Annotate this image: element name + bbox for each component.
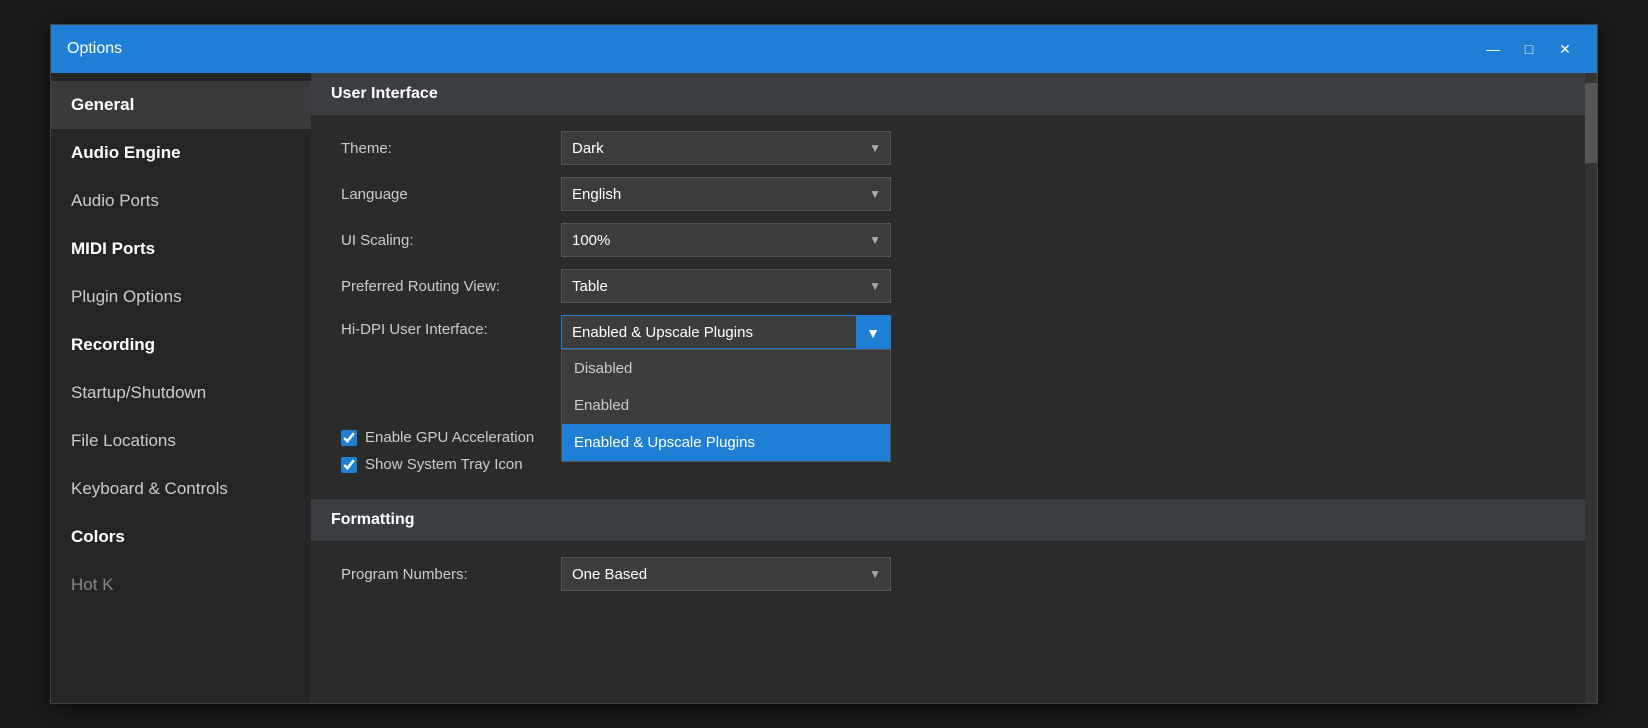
gpu-accel-row: Enable GPU Acceleration — [341, 429, 1567, 446]
gpu-accel-label: Enable GPU Acceleration — [365, 429, 534, 446]
sidebar-item-colors[interactable]: Colors — [51, 513, 311, 561]
ui-scaling-label: UI Scaling: — [341, 232, 561, 249]
chevron-down-icon: ▼ — [866, 325, 880, 341]
hidpi-dropdown-list: Disabled Enabled Enabled & Upscale Plugi… — [561, 349, 891, 462]
hidpi-selected-value: Enabled & Upscale Plugins — [572, 324, 753, 341]
theme-select-wrapper: Dark Light System ▼ — [561, 131, 891, 165]
theme-row: Theme: Dark Light System ▼ — [341, 131, 1567, 165]
scrollbar-thumb[interactable] — [1585, 83, 1597, 163]
user-interface-body: Theme: Dark Light System ▼ Language — [311, 115, 1597, 499]
scrollbar[interactable] — [1585, 73, 1597, 703]
routing-view-row: Preferred Routing View: Table Graph ▼ — [341, 269, 1567, 303]
program-numbers-select[interactable]: Zero Based One Based — [561, 557, 891, 591]
language-select[interactable]: English French German Spanish — [561, 177, 891, 211]
language-label: Language — [341, 186, 561, 203]
theme-label: Theme: — [341, 140, 561, 157]
hidpi-dropdown-arrow[interactable]: ▼ — [856, 316, 890, 350]
language-select-wrapper: English French German Spanish ▼ — [561, 177, 891, 211]
ui-scaling-select-wrapper: 75% 100% 125% 150% 200% ▼ — [561, 223, 891, 257]
system-tray-checkbox[interactable] — [341, 457, 357, 473]
system-tray-row: Show System Tray Icon — [341, 456, 1567, 473]
hidpi-selected[interactable]: Enabled & Upscale Plugins ▼ — [561, 315, 891, 349]
program-numbers-select-wrapper: Zero Based One Based ▼ — [561, 557, 891, 591]
theme-select[interactable]: Dark Light System — [561, 131, 891, 165]
sidebar: General Audio Engine Audio Ports MIDI Po… — [51, 73, 311, 703]
close-button[interactable]: ✕ — [1549, 35, 1581, 63]
routing-view-select-wrapper: Table Graph ▼ — [561, 269, 891, 303]
sidebar-item-audio-engine[interactable]: Audio Engine — [51, 129, 311, 177]
hidpi-dropdown-container: Enabled & Upscale Plugins ▼ Disabled Ena… — [561, 315, 891, 349]
sidebar-item-keyboard-controls[interactable]: Keyboard & Controls — [51, 465, 311, 513]
user-interface-header: User Interface — [311, 73, 1597, 115]
settings-panel: User Interface Theme: Dark Light System … — [311, 73, 1597, 703]
formatting-header: Formatting — [311, 499, 1597, 541]
formatting-body: Program Numbers: Zero Based One Based ▼ — [311, 541, 1597, 619]
hidpi-label: Hi-DPI User Interface: — [341, 315, 561, 338]
ui-scaling-row: UI Scaling: 75% 100% 125% 150% 200% ▼ — [341, 223, 1567, 257]
window-title: Options — [67, 40, 1477, 58]
sidebar-item-general[interactable]: General — [51, 81, 311, 129]
checkboxes-area: Enable GPU Acceleration Show System Tray… — [341, 429, 1567, 473]
sidebar-item-recording[interactable]: Recording — [51, 321, 311, 369]
program-numbers-row: Program Numbers: Zero Based One Based ▼ — [341, 557, 1567, 591]
sidebar-item-hot-k[interactable]: Hot K — [51, 561, 311, 609]
maximize-button[interactable]: □ — [1513, 35, 1545, 63]
sidebar-item-audio-ports[interactable]: Audio Ports — [51, 177, 311, 225]
sidebar-item-midi-ports[interactable]: MIDI Ports — [51, 225, 311, 273]
window-controls: — □ ✕ — [1477, 35, 1581, 63]
hidpi-row: Hi-DPI User Interface: Enabled & Upscale… — [341, 315, 1567, 349]
hidpi-option-disabled[interactable]: Disabled — [562, 350, 890, 387]
routing-view-select[interactable]: Table Graph — [561, 269, 891, 303]
minimize-button[interactable]: — — [1477, 35, 1509, 63]
program-numbers-label: Program Numbers: — [341, 566, 561, 583]
sidebar-item-plugin-options[interactable]: Plugin Options — [51, 273, 311, 321]
titlebar: Options — □ ✕ — [51, 25, 1597, 73]
sidebar-item-file-locations[interactable]: File Locations — [51, 417, 311, 465]
system-tray-label: Show System Tray Icon — [365, 456, 523, 473]
hidpi-option-enabled[interactable]: Enabled — [562, 387, 890, 424]
hidpi-option-enabled-upscale[interactable]: Enabled & Upscale Plugins — [562, 424, 890, 461]
options-window: Options — □ ✕ General Audio Engine Audio… — [50, 24, 1598, 704]
main-content-area: General Audio Engine Audio Ports MIDI Po… — [51, 73, 1597, 703]
ui-scaling-select[interactable]: 75% 100% 125% 150% 200% — [561, 223, 891, 257]
gpu-accel-checkbox[interactable] — [341, 430, 357, 446]
routing-view-label: Preferred Routing View: — [341, 278, 561, 295]
sidebar-item-startup-shutdown[interactable]: Startup/Shutdown — [51, 369, 311, 417]
language-row: Language English French German Spanish ▼ — [341, 177, 1567, 211]
